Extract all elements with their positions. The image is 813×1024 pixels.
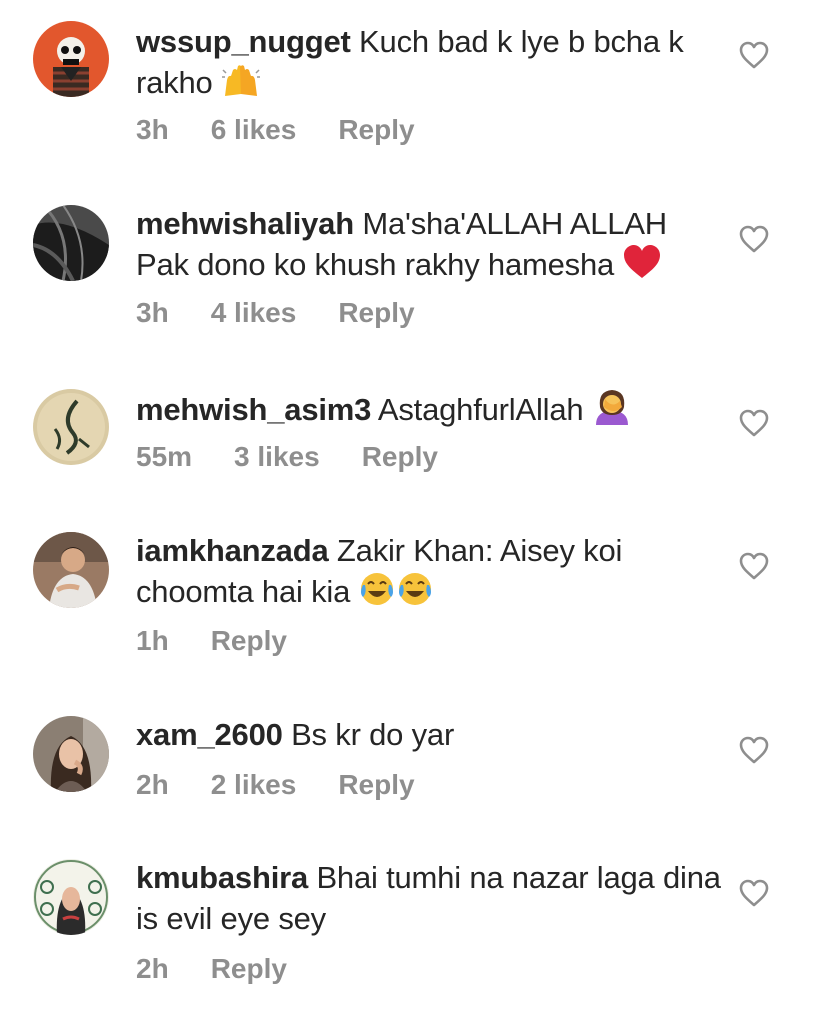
comment-username[interactable]: xam_2600 — [136, 717, 283, 752]
avatar[interactable] — [33, 716, 109, 792]
reply-button[interactable]: Reply — [338, 769, 414, 801]
comment-likes[interactable]: 4 likes — [211, 297, 297, 329]
comment-username[interactable]: kmubashira — [136, 860, 308, 895]
comment-likes[interactable]: 2 likes — [211, 769, 297, 801]
avatar[interactable] — [33, 389, 109, 465]
comment-list: wssup_nugget Kuch bad k lye b bcha k rak… — [0, 0, 813, 1024]
comment-text: Bs kr do yar — [291, 717, 455, 752]
heart-outline-icon[interactable] — [739, 736, 769, 764]
raising-hands-emoji-icon — [221, 64, 261, 98]
comment-username[interactable]: mehwishaliyah — [136, 206, 354, 241]
reply-button[interactable]: Reply — [362, 441, 438, 473]
heart-outline-icon[interactable] — [739, 879, 769, 907]
comment-likes[interactable]: 3 likes — [234, 441, 320, 473]
comment-username[interactable]: wssup_nugget — [136, 24, 351, 59]
comment-username[interactable]: iamkhanzada — [136, 533, 329, 568]
reply-button[interactable]: Reply — [211, 625, 287, 657]
avatar[interactable] — [33, 21, 109, 97]
avatar[interactable] — [33, 532, 109, 608]
heart-outline-icon[interactable] — [739, 552, 769, 580]
heart-outline-icon[interactable] — [739, 409, 769, 437]
comment-time: 3h — [136, 114, 169, 145]
avatar[interactable] — [33, 205, 109, 281]
woman-facepalming-emoji-icon — [592, 387, 632, 425]
comment-time: 2h — [136, 769, 169, 800]
heart-outline-icon[interactable] — [739, 41, 769, 69]
reply-button[interactable]: Reply — [211, 953, 287, 985]
tears-of-joy-emoji-icon — [359, 571, 433, 607]
comment-time: 55m — [136, 441, 193, 472]
avatar[interactable] — [33, 859, 109, 935]
comment-time: 3h — [136, 297, 169, 328]
red-heart-emoji-icon — [622, 244, 662, 280]
comment-text: AstaghfurlAllah — [377, 392, 584, 427]
comment-time: 1h — [136, 625, 169, 656]
comment-time: 2h — [136, 953, 169, 984]
reply-button[interactable]: Reply — [338, 297, 414, 329]
heart-outline-icon[interactable] — [739, 225, 769, 253]
comment-likes[interactable]: 6 likes — [211, 114, 297, 146]
comment-username[interactable]: mehwish_asim3 — [136, 392, 371, 427]
reply-button[interactable]: Reply — [338, 114, 414, 146]
